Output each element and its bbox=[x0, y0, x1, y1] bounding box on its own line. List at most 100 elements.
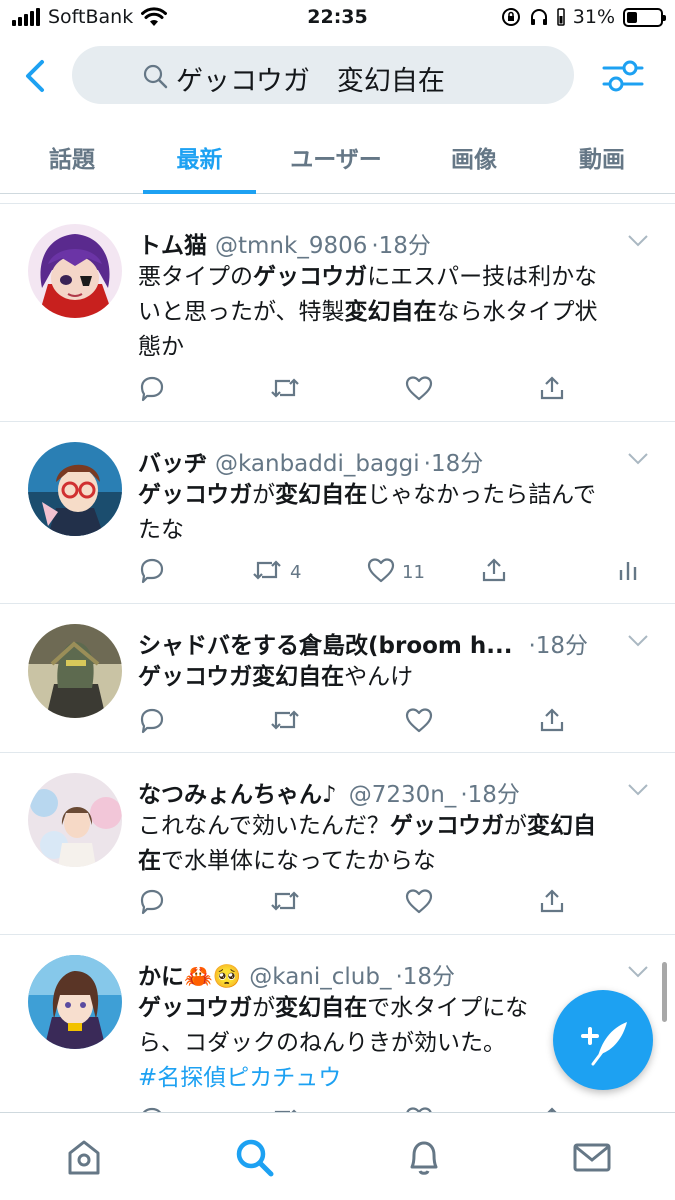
avatar[interactable] bbox=[28, 955, 122, 1049]
tweet-actions bbox=[138, 706, 648, 736]
chevron-down-icon[interactable] bbox=[627, 452, 649, 466]
highlighted-term: 変幻自在 bbox=[344, 299, 437, 325]
chevron-down-icon[interactable] bbox=[627, 965, 649, 979]
author-name[interactable]: バッヂ bbox=[138, 444, 207, 478]
tweet[interactable]: バッヂ @kanbaddi_baggi ·18分 ゲッコウガが変幻自在じゃなかっ… bbox=[0, 422, 675, 604]
status-right: 31% bbox=[501, 6, 666, 28]
author-name[interactable]: トム猫 bbox=[138, 226, 207, 260]
share-button[interactable] bbox=[480, 556, 508, 589]
retweet-icon bbox=[268, 706, 302, 739]
status-bar: SoftBank 22:35 31% bbox=[0, 0, 675, 38]
share-icon bbox=[538, 374, 566, 407]
like-button[interactable] bbox=[404, 706, 434, 739]
share-button[interactable] bbox=[538, 374, 566, 407]
like-count: 11 bbox=[402, 562, 425, 583]
analytics-button[interactable] bbox=[616, 556, 640, 589]
retweet-button[interactable]: 4 bbox=[250, 556, 301, 589]
avatar[interactable] bbox=[28, 773, 122, 867]
avatar[interactable] bbox=[28, 224, 122, 318]
mail-icon[interactable] bbox=[570, 1135, 614, 1179]
like-button[interactable] bbox=[404, 887, 434, 920]
bottom-nav bbox=[0, 1112, 675, 1200]
author-name[interactable]: シャドバをする倉島改(broom h... bbox=[138, 626, 512, 660]
home-icon[interactable] bbox=[62, 1135, 106, 1179]
chevron-down-icon[interactable] bbox=[627, 783, 649, 797]
tweet-timeline[interactable]: トム猫 @tmnk_9806 ·18分 悪タイプのゲッコウガにエスパー技は利かな… bbox=[0, 195, 675, 1113]
search-input[interactable]: ゲッコウガ 変幻自在 bbox=[72, 46, 574, 104]
retweet-icon bbox=[268, 887, 302, 920]
tab-people[interactable]: ユーザー bbox=[276, 140, 396, 174]
tweet-time: ·18分 bbox=[371, 233, 431, 259]
tab-videos[interactable]: 動画 bbox=[560, 140, 644, 174]
avatar[interactable] bbox=[28, 624, 122, 718]
chevron-down-icon[interactable] bbox=[627, 234, 649, 248]
tweet-header: シャドバをする倉島改(broom h... ·18分 bbox=[138, 626, 588, 660]
scroll-indicator[interactable] bbox=[662, 962, 667, 1022]
tweet[interactable]: シャドバをする倉島改(broom h... ·18分 ゲッコウガ変幻自在やんけ bbox=[0, 604, 675, 753]
heart-icon bbox=[404, 706, 434, 739]
search-icon[interactable] bbox=[232, 1135, 276, 1179]
tweet-text-span: たな bbox=[138, 517, 184, 543]
reply-icon bbox=[138, 706, 166, 739]
search-header: ゲッコウガ 変幻自在 bbox=[0, 38, 675, 120]
share-button[interactable] bbox=[538, 887, 566, 920]
share-icon bbox=[538, 887, 566, 920]
retweet-button[interactable] bbox=[268, 374, 302, 407]
tweet-text-span: じゃなかったら詰んで bbox=[367, 482, 596, 508]
tweet-text-line: 悪タイプのゲッコウガにエスパー技は利かな bbox=[138, 260, 650, 295]
tweet-text-line: 在で水単体になってたからな bbox=[138, 844, 650, 879]
retweet-icon bbox=[268, 374, 302, 407]
like-button[interactable] bbox=[404, 374, 434, 407]
compose-tweet-button[interactable] bbox=[553, 990, 653, 1090]
author-handle[interactable]: @7230n_ bbox=[349, 782, 457, 808]
hashtag-link[interactable]: #名探偵ピカチュウ bbox=[138, 1065, 341, 1091]
heart-icon bbox=[366, 556, 396, 589]
reply-button[interactable] bbox=[138, 887, 166, 920]
avatar[interactable] bbox=[28, 442, 122, 536]
author-handle[interactable]: @kanbaddi_baggi bbox=[215, 451, 420, 477]
highlighted-term: ゲッコウガ bbox=[138, 482, 253, 508]
reply-button[interactable] bbox=[138, 706, 166, 739]
tweet-text-span: いと思ったが、特製 bbox=[138, 299, 345, 325]
filter-icon[interactable] bbox=[600, 56, 646, 96]
retweet-button[interactable] bbox=[268, 887, 302, 920]
tab-top[interactable]: 話題 bbox=[30, 140, 114, 174]
search-query: ゲッコウガ 変幻自在 bbox=[176, 66, 445, 97]
tweet-text-span: やんけ bbox=[344, 664, 414, 690]
tweet[interactable]: トム猫 @tmnk_9806 ·18分 悪タイプのゲッコウガにエスパー技は利かな… bbox=[0, 204, 675, 422]
bell-icon[interactable] bbox=[402, 1135, 446, 1179]
chevron-down-icon[interactable] bbox=[627, 634, 649, 648]
battery-icon bbox=[623, 7, 666, 27]
reply-button[interactable] bbox=[138, 374, 166, 407]
share-icon bbox=[480, 556, 508, 589]
like-button[interactable]: 11 bbox=[366, 556, 425, 589]
heart-icon bbox=[404, 374, 434, 407]
reply-button[interactable] bbox=[138, 556, 166, 589]
author-handle[interactable]: @kani_club_ bbox=[249, 964, 391, 990]
retweet-button[interactable] bbox=[268, 706, 302, 739]
tweet-text-line: たな bbox=[138, 513, 650, 548]
tweet-time: ·18分 bbox=[460, 782, 520, 808]
tab-latest[interactable]: 最新 bbox=[143, 140, 256, 174]
headphones-icon bbox=[530, 9, 547, 25]
tweet-actions bbox=[138, 887, 648, 917]
reply-icon bbox=[138, 556, 166, 589]
highlighted-term: ゲッコウガ変幻自在 bbox=[138, 664, 345, 690]
author-name[interactable]: なつみょんちゃん♪ bbox=[138, 775, 337, 809]
tab-photos[interactable]: 画像 bbox=[432, 140, 516, 174]
tweet-text-span: 悪タイプの bbox=[138, 264, 253, 290]
author-handle[interactable]: @tmnk_9806 bbox=[215, 233, 367, 259]
highlighted-term: 変幻自 bbox=[526, 813, 596, 839]
share-icon bbox=[538, 706, 566, 739]
compose-quill-icon bbox=[581, 1022, 627, 1066]
tweet[interactable]: なつみょんちゃん♪ @7230n_ ·18分 これなんで効いたんだ？ゲッコウガが… bbox=[0, 753, 675, 935]
orientation-lock-icon bbox=[501, 8, 520, 26]
highlighted-term: ゲッコウガ bbox=[253, 264, 368, 290]
tweet-text-span: 態か bbox=[138, 334, 184, 360]
tweet-text-span: が bbox=[503, 813, 527, 839]
tweet-text-span: で水タイプにな bbox=[367, 995, 529, 1021]
tweet-header: かに🦀🥺 @kani_club_ ·18分 bbox=[138, 957, 455, 991]
author-name[interactable]: かに🦀🥺 bbox=[138, 957, 241, 991]
back-icon[interactable] bbox=[18, 56, 54, 96]
share-button[interactable] bbox=[538, 706, 566, 739]
